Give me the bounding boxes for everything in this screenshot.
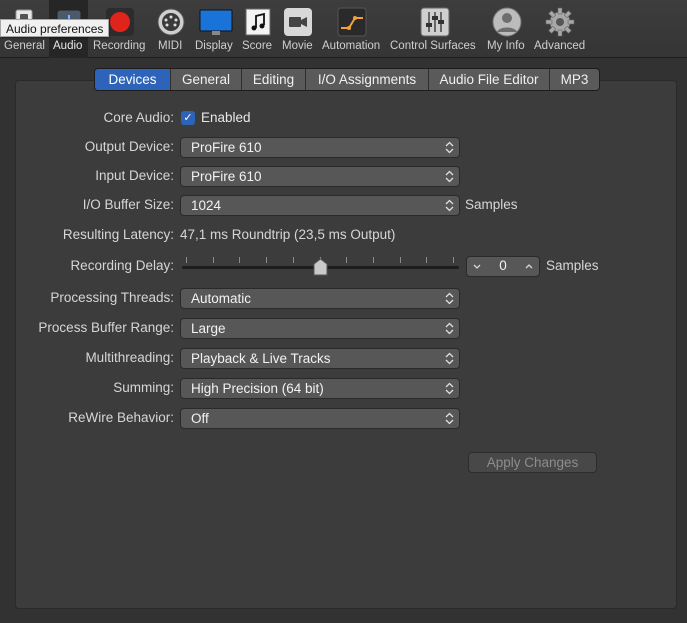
toolbar-score[interactable]: Score — [242, 0, 274, 58]
slider-tick — [346, 257, 347, 263]
toolbar-my-info[interactable]: My Info — [486, 0, 528, 58]
core-audio-checkbox[interactable]: ✓ — [181, 111, 195, 125]
midi-connector-icon — [156, 7, 186, 37]
toolbar-midi[interactable]: MIDI — [156, 0, 186, 58]
toolbar-label: Score — [242, 40, 273, 52]
multithreading-label: Multithreading: — [85, 350, 174, 365]
rewire-label: ReWire Behavior: — [68, 410, 174, 425]
slider-tick — [186, 257, 187, 263]
summing-popup[interactable]: High Precision (64 bit) — [180, 378, 460, 399]
slider-tick — [293, 257, 294, 263]
toolbar-label: MIDI — [158, 40, 183, 52]
toolbar-display[interactable]: Display — [194, 0, 236, 58]
up-down-arrows-icon — [445, 292, 454, 305]
input-device-value: ProFire 610 — [191, 169, 262, 184]
buffer-size-label: I/O Buffer Size: — [82, 197, 174, 212]
processing-threads-value: Automatic — [191, 291, 252, 306]
slider-tick — [213, 257, 214, 263]
process-buffer-value: Large — [191, 321, 226, 336]
slider-knob[interactable] — [313, 258, 328, 276]
core-audio-label: Core Audio: — [103, 110, 174, 125]
user-icon — [492, 7, 522, 37]
toolbar-label: Recording — [93, 40, 146, 52]
multithreading-value: Playback & Live Tracks — [191, 351, 331, 366]
rewire-value: Off — [191, 411, 209, 426]
toolbar-label: Automation — [322, 40, 381, 52]
tooltip: Audio preferences — [0, 19, 110, 37]
apply-changes-button[interactable]: Apply Changes — [468, 452, 597, 473]
up-down-arrows-icon — [445, 382, 454, 395]
up-down-arrows-icon — [445, 322, 454, 335]
gear-icon — [545, 7, 575, 37]
toolbar-label: Display — [195, 40, 233, 52]
rewire-popup[interactable]: Off — [180, 408, 460, 429]
toolbar-label: Audio — [53, 40, 83, 52]
automation-curve-icon — [337, 7, 367, 37]
faders-icon — [420, 7, 450, 37]
slider-tick — [453, 257, 454, 263]
video-camera-icon — [283, 7, 313, 37]
slider-tick — [266, 257, 267, 263]
devices-panel — [15, 80, 677, 609]
up-down-arrows-icon — [445, 141, 454, 154]
process-buffer-popup[interactable]: Large — [180, 318, 460, 339]
latency-value: 47,1 ms Roundtrip (23,5 ms Output) — [180, 227, 396, 242]
summing-value: High Precision (64 bit) — [191, 381, 324, 396]
tab-devices[interactable]: Devices — [95, 69, 170, 90]
core-audio-checkbox-label[interactable]: Enabled — [201, 110, 251, 125]
summing-label: Summing: — [113, 380, 174, 395]
tab-audio-file-editor[interactable]: Audio File Editor — [428, 69, 549, 90]
toolbar-movie[interactable]: Movie — [281, 0, 315, 58]
up-down-arrows-icon — [445, 352, 454, 365]
output-device-label: Output Device: — [84, 139, 174, 154]
toolbar-label: My Info — [487, 40, 525, 52]
processing-threads-label: Processing Threads: — [50, 290, 174, 305]
music-note-icon — [243, 7, 273, 37]
monitor-icon — [198, 7, 233, 37]
record-icon — [105, 7, 135, 37]
preferences-toolbar: General Audio Recording MIDI Display Sco… — [0, 0, 687, 58]
toolbar-control-surfaces[interactable]: Control Surfaces — [389, 0, 480, 58]
slider-tick — [426, 257, 427, 263]
tab-general[interactable]: General — [170, 69, 241, 90]
output-device-value: ProFire 610 — [191, 140, 262, 155]
toolbar-label: General — [4, 40, 45, 52]
toolbar-automation[interactable]: Automation — [321, 0, 383, 58]
checkmark-icon: ✓ — [183, 112, 193, 124]
tab-editing[interactable]: Editing — [241, 69, 305, 90]
buffer-size-unit: Samples — [465, 197, 518, 212]
tab-mp3[interactable]: MP3 — [549, 69, 599, 90]
output-device-popup[interactable]: ProFire 610 — [180, 137, 460, 158]
buffer-size-popup[interactable]: 1024 — [180, 195, 460, 216]
input-device-label: Input Device: — [95, 168, 174, 183]
recording-delay-unit: Samples — [546, 258, 599, 273]
toolbar-label: Control Surfaces — [390, 40, 476, 52]
toolbar-label: Advanced — [534, 40, 586, 52]
preferences-tabs: Devices General Editing I/O Assignments … — [94, 68, 600, 91]
recording-delay-stepper[interactable]: 0 — [466, 256, 540, 277]
input-device-popup[interactable]: ProFire 610 — [180, 166, 460, 187]
slider-tick — [373, 257, 374, 263]
multithreading-popup[interactable]: Playback & Live Tracks — [180, 348, 460, 369]
process-buffer-label: Process Buffer Range: — [38, 320, 174, 335]
processing-threads-popup[interactable]: Automatic — [180, 288, 460, 309]
up-down-arrows-icon — [445, 199, 454, 212]
buffer-size-value: 1024 — [191, 198, 222, 213]
slider-tick — [239, 257, 240, 263]
recording-delay-label: Recording Delay: — [70, 258, 174, 273]
up-down-arrows-icon — [445, 412, 454, 425]
up-down-arrows-icon — [445, 170, 454, 183]
latency-label: Resulting Latency: — [62, 227, 174, 242]
slider-tick — [400, 257, 401, 263]
toolbar-label: Movie — [282, 40, 313, 52]
chevron-up-icon[interactable] — [524, 261, 534, 272]
toolbar-advanced[interactable]: Advanced — [533, 0, 587, 58]
tab-io-assignments[interactable]: I/O Assignments — [305, 69, 428, 90]
